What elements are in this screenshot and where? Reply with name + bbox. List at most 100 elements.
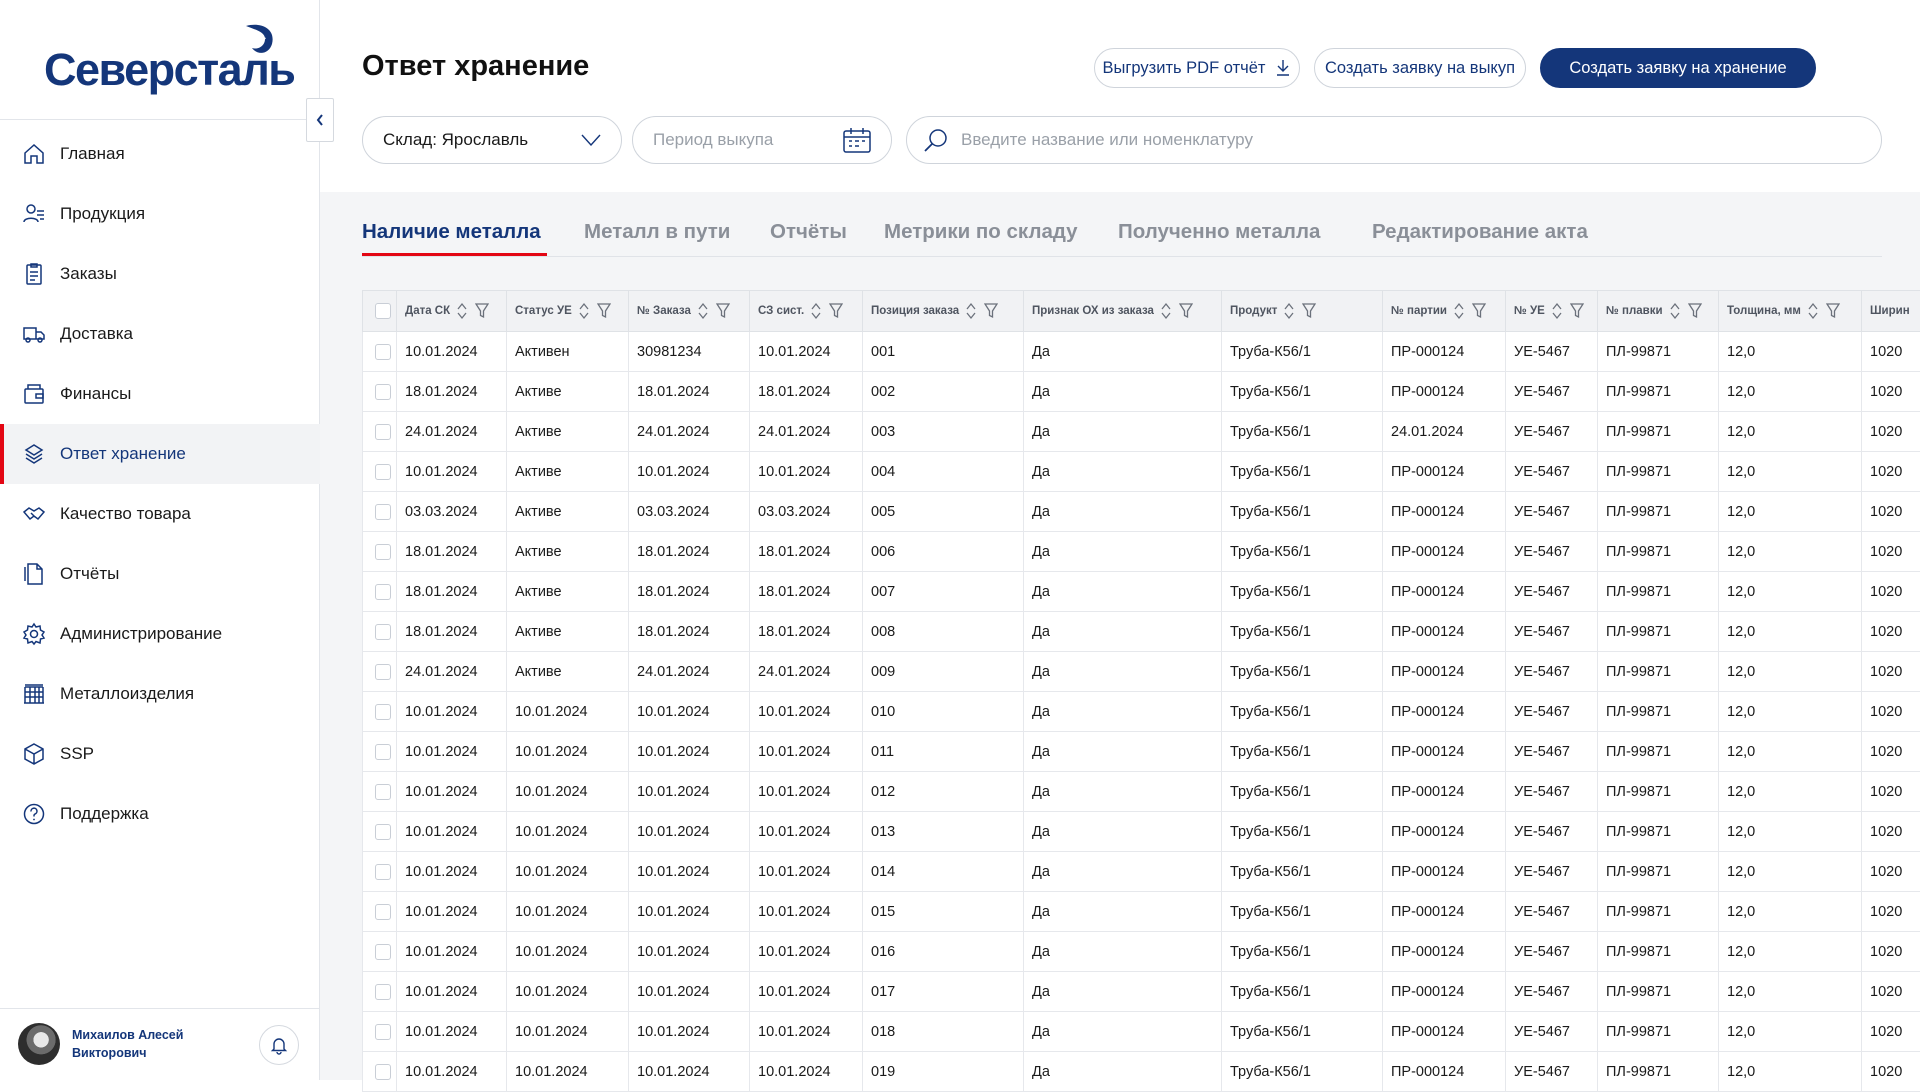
row-checkbox[interactable] [375,464,391,480]
sidebar-item-6[interactable]: Ответ хранение [0,424,320,484]
filter-icon[interactable] [984,303,998,319]
row-checkbox[interactable] [375,584,391,600]
row-checkbox[interactable] [375,664,391,680]
table-row[interactable]: 24.01.2024Активе24.01.202424.01.2024009Д… [363,652,1920,692]
column-header-12[interactable]: Ширин [1862,291,1920,332]
table-row[interactable]: 10.01.202410.01.202410.01.202410.01.2024… [363,732,1920,772]
filter-icon[interactable] [1179,303,1193,319]
sidebar-item-10[interactable]: Металлоизделия [0,664,320,724]
sidebar-item-1[interactable]: Главная [0,124,320,184]
select-all-checkbox[interactable] [375,303,391,319]
sidebar-item-3[interactable]: Заказы [0,244,320,304]
filter-icon[interactable] [475,303,489,319]
sort-icon[interactable] [1283,302,1295,320]
tab-5[interactable]: Полученно металла [1118,220,1320,244]
table-row[interactable]: 10.01.202410.01.202410.01.202410.01.2024… [363,692,1920,732]
sort-icon[interactable] [965,302,977,320]
sidebar-item-8[interactable]: Отчёты [0,544,320,604]
create-storage-request-button[interactable]: Создать заявку на хранение [1540,48,1816,88]
row-checkbox[interactable] [375,824,391,840]
row-checkbox[interactable] [375,984,391,1000]
sidebar-item-5[interactable]: Финансы [0,364,320,424]
column-header-10[interactable]: № плавки [1598,291,1719,332]
sort-icon[interactable] [1807,302,1819,320]
sidebar-item-2[interactable]: Продукция [0,184,320,244]
sort-icon[interactable] [1551,302,1563,320]
filter-icon[interactable] [1826,303,1840,319]
column-header-3[interactable]: № Заказа [629,291,750,332]
row-checkbox[interactable] [375,544,391,560]
warehouse-select[interactable]: Склад: Ярославль [362,116,622,164]
column-header-1[interactable]: Дата СК [397,291,507,332]
filter-icon[interactable] [829,303,843,319]
sidebar-item-12[interactable]: Поддержка [0,784,320,844]
table-row[interactable]: 24.01.2024Активе24.01.202424.01.2024003Д… [363,412,1920,452]
notifications-button[interactable] [259,1025,299,1065]
tab-6[interactable]: Редактирование акта [1372,220,1588,244]
row-checkbox[interactable] [375,504,391,520]
column-header-9[interactable]: № УЕ [1506,291,1598,332]
sidebar-item-4[interactable]: Доставка [0,304,320,364]
collapse-sidebar-button[interactable] [306,98,334,142]
column-header-5[interactable]: Позиция заказа [863,291,1024,332]
filter-icon[interactable] [597,303,611,319]
row-checkbox[interactable] [375,1024,391,1040]
avatar[interactable] [18,1023,60,1065]
table-row[interactable]: 10.01.2024Активе10.01.202410.01.2024004Д… [363,452,1920,492]
filter-icon[interactable] [1570,303,1584,319]
filter-icon[interactable] [1302,303,1316,319]
row-checkbox[interactable] [375,944,391,960]
table-row[interactable]: 18.01.2024Активе18.01.202418.01.2024007Д… [363,572,1920,612]
sort-icon[interactable] [697,302,709,320]
column-header-2[interactable]: Статус УЕ [507,291,629,332]
row-checkbox[interactable] [375,384,391,400]
tab-4[interactable]: Метрики по складу [884,220,1078,244]
table-row[interactable]: 10.01.202410.01.202410.01.202410.01.2024… [363,972,1920,1012]
user-name[interactable]: Михаилов Алесей Викторович [72,1026,212,1062]
export-pdf-button[interactable]: Выгрузить PDF отчёт [1094,48,1300,88]
sidebar-item-9[interactable]: Администрирование [0,604,320,664]
search-field[interactable]: Введите название или номенклатуру [906,116,1882,164]
tab-3[interactable]: Отчёты [770,220,847,244]
column-header-8[interactable]: № партии [1383,291,1506,332]
table-row[interactable]: 10.01.202410.01.202410.01.202410.01.2024… [363,772,1920,812]
table-row[interactable]: 18.01.2024Активе18.01.202418.01.2024008Д… [363,612,1920,652]
row-checkbox[interactable] [375,1064,391,1080]
row-checkbox[interactable] [375,424,391,440]
period-field[interactable]: Период выкупа [632,116,892,164]
sort-icon[interactable] [810,302,822,320]
table-row[interactable]: 10.01.202410.01.202410.01.202410.01.2024… [363,812,1920,852]
row-checkbox[interactable] [375,704,391,720]
table-row[interactable]: 10.01.202410.01.202410.01.202410.01.2024… [363,1012,1920,1052]
create-buyout-request-button[interactable]: Создать заявку на выкуп [1314,48,1526,88]
row-checkbox[interactable] [375,744,391,760]
sort-icon[interactable] [1453,302,1465,320]
table-row[interactable]: 10.01.2024Активен3098123410.01.2024001Да… [363,332,1920,372]
column-header-6[interactable]: Признак ОХ из заказа [1024,291,1222,332]
logo[interactable]: Северсталь [0,0,319,120]
table-row[interactable]: 18.01.2024Активе18.01.202418.01.2024002Д… [363,372,1920,412]
table-row[interactable]: 10.01.202410.01.202410.01.202410.01.2024… [363,932,1920,972]
row-checkbox[interactable] [375,344,391,360]
table-row[interactable]: 18.01.2024Активе18.01.202418.01.2024006Д… [363,532,1920,572]
filter-icon[interactable] [1688,303,1702,319]
column-header-11[interactable]: Толщина, мм [1719,291,1862,332]
table-row[interactable]: 10.01.202410.01.202410.01.202410.01.2024… [363,1052,1920,1092]
row-checkbox[interactable] [375,904,391,920]
table-row[interactable]: 10.01.202410.01.202410.01.202410.01.2024… [363,892,1920,932]
table-row[interactable]: 10.01.202410.01.202410.01.202410.01.2024… [363,852,1920,892]
sort-icon[interactable] [1669,302,1681,320]
table-row[interactable]: 03.03.2024Активе03.03.202403.03.2024005Д… [363,492,1920,532]
row-checkbox[interactable] [375,624,391,640]
filter-icon[interactable] [716,303,730,319]
filter-icon[interactable] [1472,303,1486,319]
column-header-7[interactable]: Продукт [1222,291,1383,332]
sort-icon[interactable] [1160,302,1172,320]
row-checkbox[interactable] [375,864,391,880]
row-checkbox[interactable] [375,784,391,800]
sort-icon[interactable] [578,302,590,320]
sidebar-item-7[interactable]: Качество товара [0,484,320,544]
tab-1[interactable]: Наличие металла [362,220,541,244]
tab-2[interactable]: Металл в пути [584,220,730,244]
column-header-4[interactable]: СЗ сист. [750,291,863,332]
